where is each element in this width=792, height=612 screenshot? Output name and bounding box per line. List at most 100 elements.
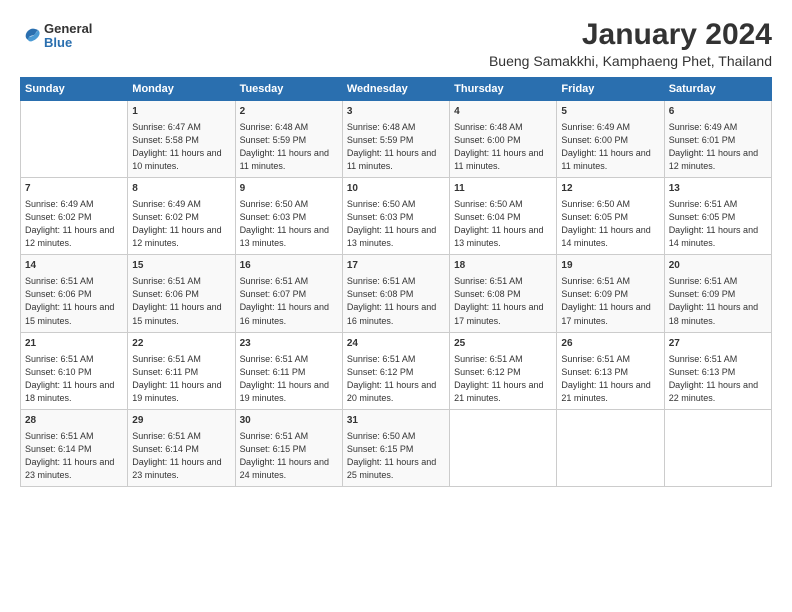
cell-content: Sunrise: 6:51 AMSunset: 6:10 PMDaylight:… <box>25 353 123 405</box>
date-number: 10 <box>347 182 445 196</box>
calendar-table: Sunday Monday Tuesday Wednesday Thursday… <box>20 77 772 487</box>
calendar-cell <box>664 409 771 486</box>
cell-content: Sunrise: 6:49 AMSunset: 6:02 PMDaylight:… <box>132 198 230 250</box>
header: General Blue January 2024 Bueng Samakkhi… <box>20 18 772 69</box>
cell-content: Sunrise: 6:51 AMSunset: 6:12 PMDaylight:… <box>454 353 552 405</box>
date-number: 16 <box>240 259 338 273</box>
calendar-cell: 8 Sunrise: 6:49 AMSunset: 6:02 PMDaylight… <box>128 178 235 255</box>
date-number: 9 <box>240 182 338 196</box>
calendar-cell: 11 Sunrise: 6:50 AMSunset: 6:04 PMDayligh… <box>450 178 557 255</box>
calendar-row-4: 28 Sunrise: 6:51 AMSunset: 6:14 PMDayligh… <box>21 409 772 486</box>
date-number: 21 <box>25 337 123 351</box>
date-number: 26 <box>561 337 659 351</box>
cell-content: Sunrise: 6:51 AMSunset: 6:11 PMDaylight:… <box>132 353 230 405</box>
cell-content: Sunrise: 6:48 AMSunset: 5:59 PMDaylight:… <box>240 121 338 173</box>
cell-content: Sunrise: 6:48 AMSunset: 6:00 PMDaylight:… <box>454 121 552 173</box>
date-number: 15 <box>132 259 230 273</box>
calendar-cell: 22 Sunrise: 6:51 AMSunset: 6:11 PMDayligh… <box>128 332 235 409</box>
date-number: 28 <box>25 414 123 428</box>
cell-content: Sunrise: 6:48 AMSunset: 5:59 PMDaylight:… <box>347 121 445 173</box>
calendar-cell: 9 Sunrise: 6:50 AMSunset: 6:03 PMDaylight… <box>235 178 342 255</box>
date-number: 27 <box>669 337 767 351</box>
logo-general: General <box>44 22 92 36</box>
date-number: 12 <box>561 182 659 196</box>
cell-content: Sunrise: 6:51 AMSunset: 6:06 PMDaylight:… <box>132 275 230 327</box>
calendar-cell: 1Sunrise: 6:47 AMSunset: 5:58 PMDaylight… <box>128 101 235 178</box>
calendar-cell: 14 Sunrise: 6:51 AMSunset: 6:06 PMDayligh… <box>21 255 128 332</box>
col-thursday: Thursday <box>450 78 557 101</box>
cell-content: Sunrise: 6:51 AMSunset: 6:08 PMDaylight:… <box>454 275 552 327</box>
cell-content: Sunrise: 6:49 AMSunset: 6:00 PMDaylight:… <box>561 121 659 173</box>
date-number: 31 <box>347 414 445 428</box>
cell-content: Sunrise: 6:51 AMSunset: 6:12 PMDaylight:… <box>347 353 445 405</box>
calendar-cell: 4 Sunrise: 6:48 AMSunset: 6:00 PMDaylight… <box>450 101 557 178</box>
calendar-cell: 24 Sunrise: 6:51 AMSunset: 6:12 PMDayligh… <box>342 332 449 409</box>
calendar-cell: 17Sunrise: 6:51 AMSunset: 6:08 PMDayligh… <box>342 255 449 332</box>
cell-content: Sunrise: 6:50 AMSunset: 6:03 PMDaylight:… <box>240 198 338 250</box>
cell-content: Sunrise: 6:50 AMSunset: 6:15 PMDaylight:… <box>347 430 445 482</box>
calendar-cell: 20Sunrise: 6:51 AMSunset: 6:09 PMDayligh… <box>664 255 771 332</box>
main-title: January 2024 <box>489 18 772 51</box>
date-number: 8 <box>132 182 230 196</box>
date-number: 24 <box>347 337 445 351</box>
calendar-cell: 26Sunrise: 6:51 AMSunset: 6:13 PMDayligh… <box>557 332 664 409</box>
cell-content: Sunrise: 6:51 AMSunset: 6:05 PMDaylight:… <box>669 198 767 250</box>
calendar-cell: 3 Sunrise: 6:48 AMSunset: 5:59 PMDaylight… <box>342 101 449 178</box>
calendar-cell: 18 Sunrise: 6:51 AMSunset: 6:08 PMDayligh… <box>450 255 557 332</box>
calendar-cell: 31 Sunrise: 6:50 AMSunset: 6:15 PMDayligh… <box>342 409 449 486</box>
cell-content: Sunrise: 6:51 AMSunset: 6:07 PMDaylight:… <box>240 275 338 327</box>
calendar-cell: 19Sunrise: 6:51 AMSunset: 6:09 PMDayligh… <box>557 255 664 332</box>
cell-content: Sunrise: 6:51 AMSunset: 6:08 PMDaylight:… <box>347 275 445 327</box>
page: General Blue January 2024 Bueng Samakkhi… <box>0 0 792 612</box>
date-number: 1 <box>132 105 230 119</box>
logo: General Blue <box>20 22 92 51</box>
date-number: 5 <box>561 105 659 119</box>
calendar-cell: 16 Sunrise: 6:51 AMSunset: 6:07 PMDayligh… <box>235 255 342 332</box>
calendar-body: 1Sunrise: 6:47 AMSunset: 5:58 PMDaylight… <box>21 101 772 487</box>
cell-content: Sunrise: 6:50 AMSunset: 6:05 PMDaylight:… <box>561 198 659 250</box>
cell-content: Sunrise: 6:49 AMSunset: 6:01 PMDaylight:… <box>669 121 767 173</box>
cell-content: Sunrise: 6:51 AMSunset: 6:06 PMDaylight:… <box>25 275 123 327</box>
header-row: Sunday Monday Tuesday Wednesday Thursday… <box>21 78 772 101</box>
cell-content: Sunrise: 6:50 AMSunset: 6:04 PMDaylight:… <box>454 198 552 250</box>
cell-content: Sunrise: 6:51 AMSunset: 6:14 PMDaylight:… <box>25 430 123 482</box>
calendar-cell: 5 Sunrise: 6:49 AMSunset: 6:00 PMDaylight… <box>557 101 664 178</box>
calendar-row-1: 7Sunrise: 6:49 AMSunset: 6:02 PMDaylight… <box>21 178 772 255</box>
date-number: 11 <box>454 182 552 196</box>
calendar-cell: 23Sunrise: 6:51 AMSunset: 6:11 PMDayligh… <box>235 332 342 409</box>
cell-content: Sunrise: 6:51 AMSunset: 6:14 PMDaylight:… <box>132 430 230 482</box>
col-wednesday: Wednesday <box>342 78 449 101</box>
date-number: 30 <box>240 414 338 428</box>
calendar-cell: 30Sunrise: 6:51 AMSunset: 6:15 PMDayligh… <box>235 409 342 486</box>
col-saturday: Saturday <box>664 78 771 101</box>
calendar-cell: 2 Sunrise: 6:48 AMSunset: 5:59 PMDaylight… <box>235 101 342 178</box>
logo-blue: Blue <box>44 36 92 50</box>
date-number: 4 <box>454 105 552 119</box>
date-number: 18 <box>454 259 552 273</box>
calendar-row-3: 21 Sunrise: 6:51 AMSunset: 6:10 PMDayligh… <box>21 332 772 409</box>
date-number: 19 <box>561 259 659 273</box>
calendar-cell: 15 Sunrise: 6:51 AMSunset: 6:06 PMDayligh… <box>128 255 235 332</box>
date-number: 25 <box>454 337 552 351</box>
date-number: 29 <box>132 414 230 428</box>
title-block: January 2024 Bueng Samakkhi, Kamphaeng P… <box>489 18 772 69</box>
date-number: 2 <box>240 105 338 119</box>
calendar-row-2: 14 Sunrise: 6:51 AMSunset: 6:06 PMDayligh… <box>21 255 772 332</box>
calendar-cell: 21 Sunrise: 6:51 AMSunset: 6:10 PMDayligh… <box>21 332 128 409</box>
calendar-cell: 29 Sunrise: 6:51 AMSunset: 6:14 PMDayligh… <box>128 409 235 486</box>
date-number: 3 <box>347 105 445 119</box>
calendar-cell: 13Sunrise: 6:51 AMSunset: 6:05 PMDayligh… <box>664 178 771 255</box>
date-number: 22 <box>132 337 230 351</box>
sub-title: Bueng Samakkhi, Kamphaeng Phet, Thailand <box>489 53 772 69</box>
cell-content: Sunrise: 6:51 AMSunset: 6:13 PMDaylight:… <box>669 353 767 405</box>
calendar-cell <box>557 409 664 486</box>
calendar-cell: 10 Sunrise: 6:50 AMSunset: 6:03 PMDayligh… <box>342 178 449 255</box>
calendar-cell: 25 Sunrise: 6:51 AMSunset: 6:12 PMDayligh… <box>450 332 557 409</box>
col-sunday: Sunday <box>21 78 128 101</box>
cell-content: Sunrise: 6:50 AMSunset: 6:03 PMDaylight:… <box>347 198 445 250</box>
col-monday: Monday <box>128 78 235 101</box>
cell-content: Sunrise: 6:49 AMSunset: 6:02 PMDaylight:… <box>25 198 123 250</box>
date-number: 23 <box>240 337 338 351</box>
date-number: 14 <box>25 259 123 273</box>
logo-text: General Blue <box>44 22 92 51</box>
